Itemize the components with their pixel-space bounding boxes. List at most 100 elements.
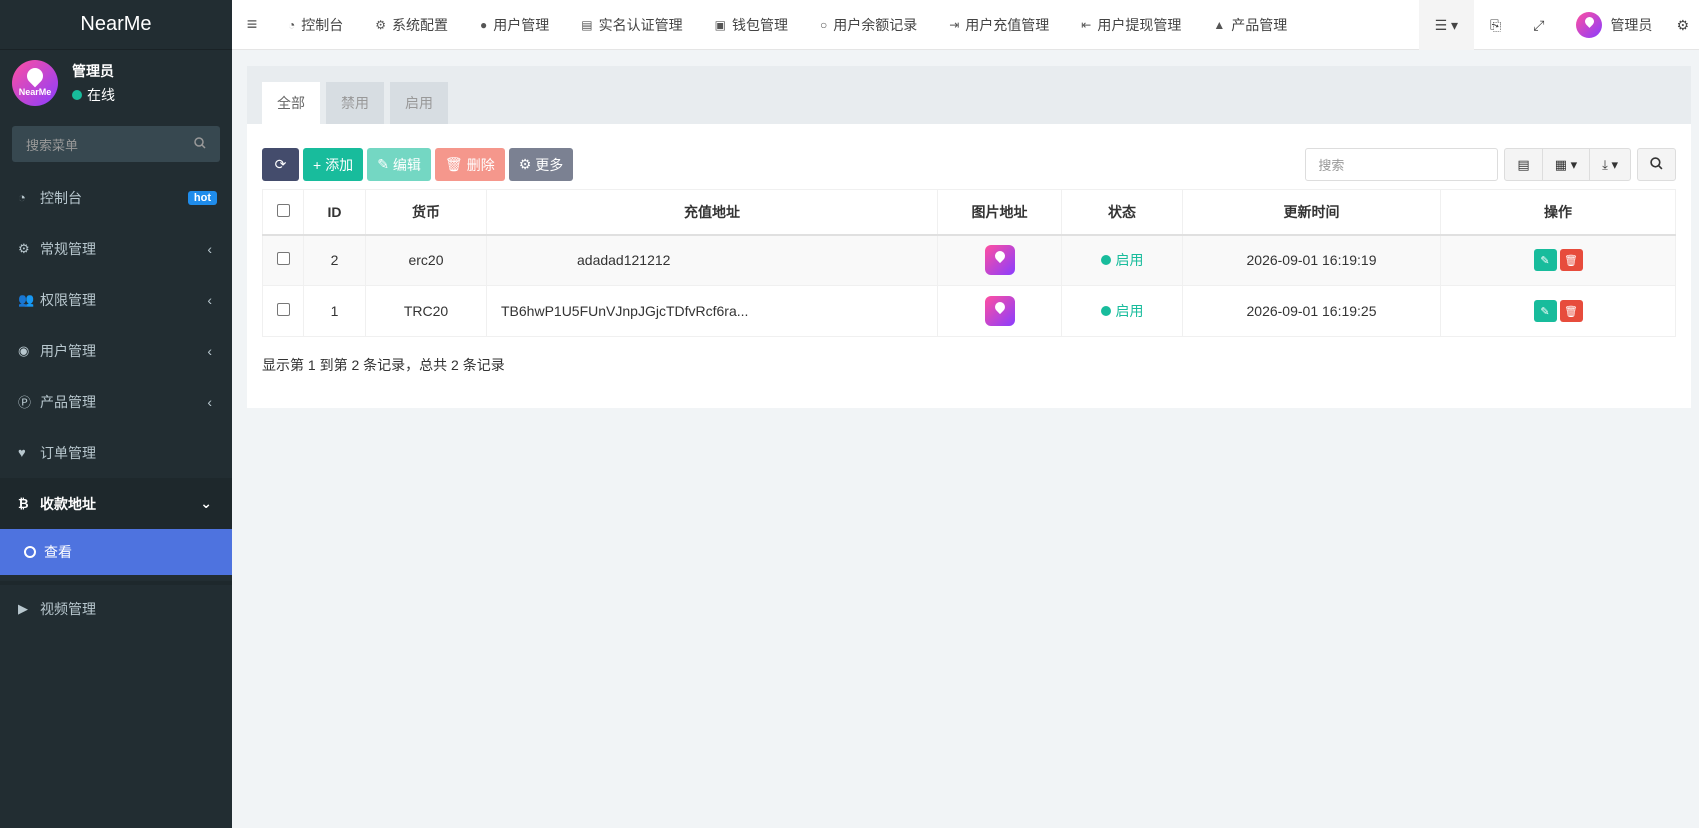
- sidebar-item-general[interactable]: ⚙ 常规管理 ‹: [0, 223, 232, 274]
- sidebar-item-orders[interactable]: ♥ 订单管理: [0, 427, 232, 478]
- language-button[interactable]: ⎘: [1474, 0, 1517, 50]
- column-header-id[interactable]: ID: [303, 189, 366, 236]
- fullscreen-button[interactable]: ⤢: [1517, 0, 1560, 50]
- user-status: 在线: [72, 85, 115, 105]
- product-icon: Ⓟ: [18, 395, 32, 410]
- topnav-wallet-management[interactable]: ▣ 钱包管理: [699, 15, 804, 35]
- row-checkbox[interactable]: [276, 252, 290, 266]
- cogs-icon: ⚙: [1676, 16, 1689, 33]
- row-checkbox[interactable]: [276, 303, 290, 316]
- chevron-down-icon: ⌄: [200, 495, 212, 511]
- cell-address: TB6hwP1U5FUnVJnpJGjcTDfvRcf6ra...: [486, 285, 938, 337]
- topnav-system-config[interactable]: ⚙ 系统配置: [359, 15, 464, 35]
- sidebar-item-products[interactable]: Ⓟ 产品管理 ‹: [0, 376, 232, 427]
- search-icon: [1650, 156, 1663, 173]
- language-icon: ⎘: [1490, 16, 1502, 33]
- user-name: 管理员: [72, 63, 114, 79]
- content-panel: 全部 禁用 启用 ⟳ + 添加 ✎ 编辑 🗑 删除 ⚙ 更多 搜索 ▤ ▦ ▾ ⤓ ▾: [247, 66, 1691, 408]
- row-edit-button[interactable]: ✎: [1533, 249, 1557, 272]
- topnav-product-management[interactable]: ▲ 产品管理: [1197, 15, 1303, 35]
- edit-button[interactable]: ✎ 编辑: [367, 148, 431, 181]
- sidebar-item-users[interactable]: ◉ 用户管理 ‹: [0, 325, 232, 376]
- sidebar-item-dashboard[interactable]: ◔ 控制台 hot: [0, 172, 232, 223]
- column-header-address[interactable]: 充值地址: [486, 189, 938, 236]
- select-all-checkbox[interactable]: [276, 203, 290, 217]
- table-toolbar: ⟳ + 添加 ✎ 编辑 🗑 删除 ⚙ 更多 搜索 ▤ ▦ ▾ ⤓ ▾: [247, 148, 1691, 181]
- refresh-button[interactable]: ⟳: [262, 148, 299, 181]
- settings-button[interactable]: ⚙: [1668, 0, 1699, 50]
- sidebar-item-payment-address[interactable]: ₿ 收款地址 ⌄: [0, 478, 232, 529]
- chevron-left-icon: ‹: [207, 240, 212, 257]
- column-header-status[interactable]: 状态: [1061, 189, 1183, 236]
- delete-button[interactable]: 🗑 删除: [434, 148, 505, 181]
- cell-updated: 2026-09-01 16:19:25: [1182, 285, 1441, 337]
- add-button[interactable]: + 添加: [303, 148, 364, 181]
- status-dot-icon: [1100, 306, 1111, 316]
- top-navbar: ≡ ◔ 控制台 ⚙ 系统配置 ● 用户管理 ▤ 实名认证管理 ▣ 钱包管理 ○ 用户余额记录…: [232, 0, 1699, 50]
- data-table: ID 货币 充值地址 图片地址 状态 更新时间 操作 2 erc20 adada…: [262, 189, 1676, 337]
- bitcoin-icon: ₿: [18, 496, 29, 511]
- pencil-icon: ✎: [377, 156, 389, 172]
- cell-address: adadad121212: [486, 234, 938, 286]
- thumbnail-image[interactable]: [984, 296, 1015, 326]
- topnav-balance-records[interactable]: ○ 用户余额记录: [804, 15, 933, 35]
- column-header-image[interactable]: 图片地址: [937, 189, 1062, 236]
- topnav-user-management[interactable]: ● 用户管理: [464, 15, 565, 35]
- sidebar-item-videos[interactable]: ▶ 视频管理: [0, 581, 232, 632]
- row-edit-button[interactable]: ✎: [1533, 300, 1557, 322]
- tab-disabled[interactable]: 禁用: [326, 82, 384, 124]
- hot-badge: hot: [187, 190, 217, 205]
- menu-search-input[interactable]: 搜索菜单: [12, 126, 220, 162]
- cell-actions: ✎ 🗑: [1440, 285, 1676, 337]
- topnav-dashboard[interactable]: ◔ 控制台: [272, 15, 359, 35]
- chevron-left-icon: ‹: [207, 291, 212, 308]
- dashboard-icon: ◔: [288, 17, 296, 32]
- sidebar-item-permissions[interactable]: 👥 权限管理 ‹: [0, 274, 232, 325]
- topnav-withdraw-management[interactable]: ⇤ 用户提现管理: [1065, 15, 1197, 35]
- topnav-kyc-management[interactable]: ▤ 实名认证管理: [565, 15, 698, 35]
- sidebar-toggle-icon[interactable]: ≡: [232, 14, 272, 35]
- download-icon: ⤓ ▾: [1602, 156, 1618, 172]
- status-dot-icon: [1100, 255, 1111, 266]
- column-header-currency[interactable]: 货币: [365, 189, 487, 236]
- cell-image: [937, 285, 1062, 337]
- user-icon: ●: [480, 17, 488, 32]
- sidebar-subitem-view[interactable]: 查看: [0, 529, 232, 575]
- columns-dropdown[interactable]: ▦ ▾: [1543, 149, 1591, 180]
- column-header-actions: 操作: [1440, 189, 1676, 236]
- tab-enabled[interactable]: 启用: [390, 82, 448, 124]
- user-circle-icon: ◉: [18, 342, 30, 358]
- table-search-input[interactable]: 搜索: [1305, 148, 1499, 181]
- list-icon: ☰ ▾: [1434, 16, 1459, 33]
- money-icon: ▣: [714, 17, 726, 32]
- trash-icon: 🗑: [444, 156, 463, 172]
- plus-icon: +: [313, 156, 322, 173]
- advanced-search-button[interactable]: [1637, 148, 1676, 181]
- cell-updated: 2026-09-01 16:19:19: [1182, 234, 1441, 286]
- row-delete-button[interactable]: 🗑: [1559, 300, 1583, 322]
- admin-menu[interactable]: 管理员: [1560, 0, 1668, 50]
- cell-currency: TRC20: [365, 285, 487, 337]
- circle-o-icon: ○: [819, 17, 828, 32]
- users-icon: 👥: [18, 291, 35, 307]
- export-dropdown[interactable]: ⤓ ▾: [1590, 149, 1630, 180]
- gear-icon: ⚙: [518, 156, 532, 172]
- cell-id: 2: [303, 234, 366, 286]
- table-row[interactable]: 2 erc20 adadad121212 启用 2026-09-01 16:19…: [262, 234, 1676, 286]
- table-row[interactable]: 1 TRC20 TB6hwP1U5FUnVJnpJGjcTDfvRcf6ra..…: [262, 285, 1676, 337]
- avatar: [1576, 12, 1603, 38]
- video-icon: ▶: [18, 600, 28, 616]
- menu-mode-dropdown[interactable]: ☰ ▾: [1418, 0, 1475, 50]
- more-button[interactable]: ⚙ 更多: [508, 148, 574, 181]
- thumbnail-image[interactable]: [984, 245, 1015, 276]
- column-header-updated[interactable]: 更新时间: [1182, 189, 1441, 236]
- app-logo[interactable]: NearMe: [0, 0, 232, 50]
- tab-all[interactable]: 全部: [262, 82, 320, 124]
- cell-actions: ✎ 🗑: [1440, 234, 1676, 286]
- avatar: NearMe: [12, 60, 58, 106]
- user-panel: NearMe 管理员 在线: [0, 50, 232, 116]
- row-delete-button[interactable]: 🗑: [1559, 249, 1583, 272]
- id-card-icon: ▤: [581, 17, 593, 32]
- toggle-view-button[interactable]: ▤: [1505, 149, 1543, 180]
- topnav-recharge-management[interactable]: ⇥ 用户充值管理: [933, 15, 1065, 35]
